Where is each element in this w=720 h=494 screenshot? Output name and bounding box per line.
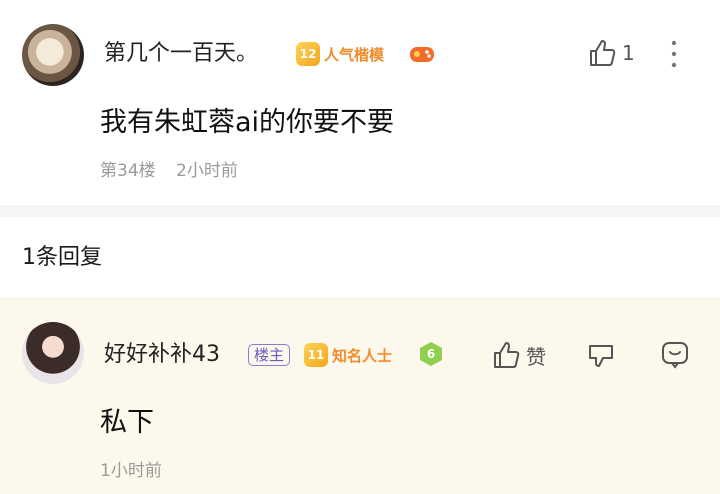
like-button[interactable]: 赞 — [492, 340, 546, 370]
game-controller-icon — [408, 40, 436, 72]
username[interactable]: 第几个一百天。 — [104, 40, 258, 68]
level-number: 11 — [304, 343, 328, 367]
username[interactable]: 好好补补43 — [104, 341, 220, 369]
hexagon-badge-label: 6 — [426, 347, 436, 361]
thumb-down-icon[interactable] — [586, 340, 616, 374]
level-number: 12 — [296, 42, 320, 66]
section-divider — [0, 205, 720, 217]
floor-number: 第34楼 — [100, 161, 156, 181]
level-badge[interactable]: 12 人气楷模 — [296, 40, 384, 68]
badge-title: 人气楷模 — [324, 45, 385, 64]
level-badge[interactable]: 11 知名人士 — [304, 341, 392, 369]
hexagon-badge-icon: 6 — [418, 341, 444, 367]
thumb-up-icon — [590, 40, 616, 66]
like-label: 赞 — [526, 344, 546, 369]
timestamp: 1小时前 — [100, 461, 162, 481]
timestamp: 2小时前 — [176, 161, 238, 181]
replies-count-title: 1条回复 — [22, 245, 102, 270]
more-options-icon[interactable] — [668, 38, 680, 74]
thumb-up-icon — [494, 342, 520, 368]
owner-tag-label: 楼主 — [248, 344, 291, 366]
badge-title: 知名人士 — [332, 346, 393, 365]
replies-header — [0, 217, 720, 297]
avatar[interactable] — [22, 322, 84, 384]
avatar[interactable] — [22, 24, 84, 86]
reply-content: 私下 — [100, 407, 154, 438]
comment-content: 我有朱虹蓉ai的你要不要 — [100, 107, 395, 138]
like-count: 1 — [622, 41, 635, 65]
owner-tag: 楼主 — [248, 341, 291, 369]
like-button[interactable]: 1 — [588, 38, 635, 68]
comment-icon[interactable] — [660, 340, 690, 374]
